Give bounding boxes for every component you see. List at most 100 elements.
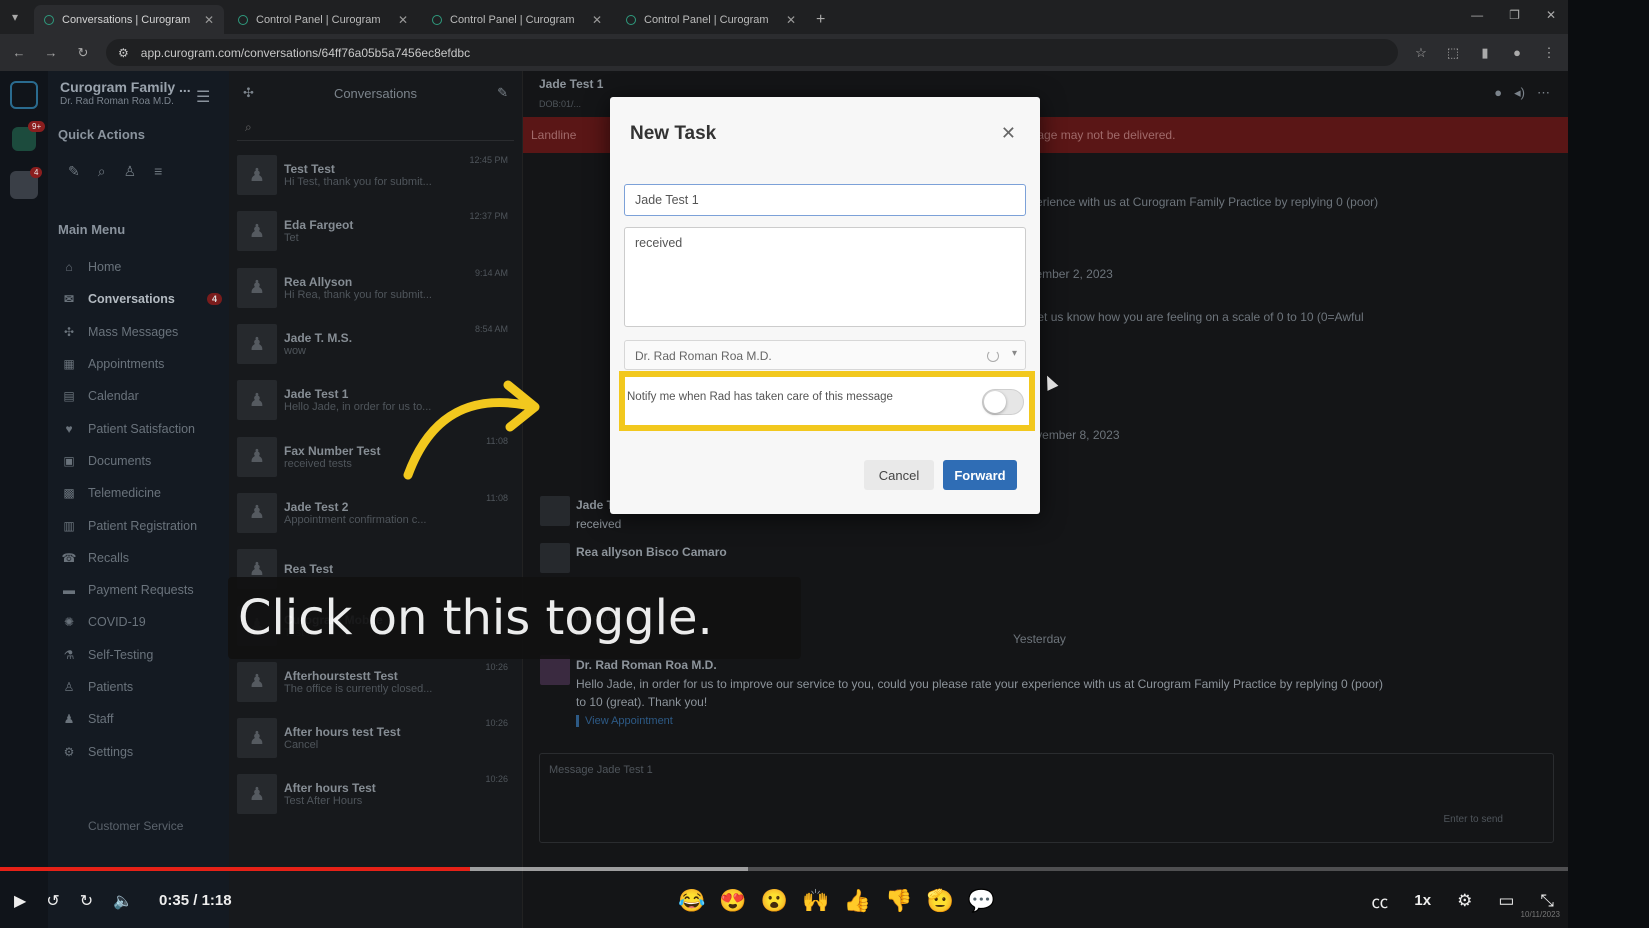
search-icon[interactable]: ⌕ [98, 163, 106, 180]
sidebar-item-calendar[interactable]: ▤ Calendar [60, 380, 222, 412]
close-window-icon[interactable]: ✕ [1546, 8, 1556, 22]
assignee-select[interactable]: Dr. Rad Roman Roa M.D. ▾ [624, 340, 1026, 370]
back-icon[interactable]: ← [10, 44, 28, 62]
reload-icon[interactable]: ↻ [74, 44, 92, 62]
reaction-emoji[interactable]: 👍 [844, 888, 871, 914]
minimize-icon[interactable]: — [1471, 8, 1483, 22]
reaction-emoji[interactable]: 👎 [885, 888, 912, 914]
list-item[interactable]: ♟ After hours test Test Cancel 10:26 [229, 710, 522, 766]
hamburger-menu-icon[interactable]: ☰ [196, 87, 210, 107]
forward-icon[interactable]: → [42, 44, 60, 62]
compose-icon[interactable]: ✎ [68, 163, 80, 180]
extensions-icon[interactable]: ⬚ [1444, 44, 1462, 62]
list-item[interactable]: ♟ Jade T. M.S. wow 8:54 AM [229, 316, 522, 372]
sidebar-item-settings[interactable]: ⚙ Settings [60, 735, 222, 767]
bookmark-star-icon[interactable]: ☆ [1412, 44, 1430, 62]
task-title-input[interactable]: Jade Test 1 [624, 184, 1026, 216]
browser-menu-icon[interactable]: ⋮ [1540, 44, 1558, 62]
forward-button[interactable]: Forward [943, 460, 1017, 490]
reaction-emoji[interactable]: 🙌 [802, 888, 829, 914]
playback-rate[interactable]: 1x [1414, 892, 1431, 909]
chat-icon: ✉ [63, 292, 75, 307]
rewind-5-icon[interactable]: ↺ [46, 891, 59, 911]
list-item[interactable]: ♟ Test Test Hi Test, thank you for submit.… [229, 147, 522, 203]
sidebar-item-telemedicine[interactable]: ▩ Telemedicine [60, 477, 222, 509]
reaction-emoji[interactable]: 😂 [678, 888, 705, 914]
add-patient-icon[interactable]: ♙ [124, 163, 137, 180]
sidebar-item-covid-19[interactable]: ✺ COVID-19 [60, 606, 222, 638]
sidebar-item-patient-satisfaction[interactable]: ♥ Patient Satisfaction [60, 412, 222, 444]
reaction-emoji[interactable]: 😮 [761, 888, 788, 914]
video-controls: ▶ ↺ ↻ 🔈 0:35 / 1:18 😂 😍 😮 🙌 👍 👎 🫡 💬 ㏄ 1x ⚙ ▭ ⤡ [0, 873, 1568, 928]
captions-icon[interactable]: ㏄ [1371, 888, 1388, 913]
sidebar-item-staff[interactable]: ♟ Staff [60, 703, 222, 735]
chat-contact-name[interactable]: Jade Test 1 [539, 77, 603, 91]
practice-name[interactable]: Curogram Family ... [60, 79, 191, 95]
settings-gear-icon[interactable]: ⚙ [1457, 891, 1472, 911]
restore-icon[interactable]: ❐ [1509, 8, 1520, 22]
message-composer[interactable]: Message Jade Test 1 Enter to send [539, 753, 1554, 843]
close-tab-icon[interactable]: ✕ [398, 13, 408, 27]
volume-icon[interactable]: 🔈 [113, 891, 133, 911]
site-info-icon[interactable]: ⚙ [118, 46, 129, 60]
sidebar-item-label: Self-Testing [88, 647, 154, 662]
filter-icon[interactable]: ✣ [243, 85, 254, 101]
conversation-time: 10:26 [485, 774, 508, 785]
new-tab-icon[interactable]: + [816, 5, 825, 34]
sidebar-item-label: Home [88, 260, 122, 275]
sidebar-item-patient-registration[interactable]: ▥ Patient Registration [60, 509, 222, 541]
view-appointment-link[interactable]: View Appointment [576, 715, 673, 727]
more-options-icon[interactable]: ⋯ [1537, 85, 1550, 101]
list-item[interactable]: ♟ Rea Allyson Hi Rea, thank you for submit… [229, 260, 522, 316]
list-item[interactable]: ♟ After hours Test Test After Hours 10:26 [229, 766, 522, 822]
staff-icon: ♟ [63, 712, 75, 727]
browser-tab-3[interactable]: Control Panel | Curogram ✕ [422, 5, 612, 34]
user-icon: ♙ [63, 680, 75, 694]
reaction-emoji[interactable]: 😍 [719, 888, 746, 914]
close-tab-icon[interactable]: ✕ [592, 13, 602, 27]
conversation-preview: Appointment confirmation c... [284, 513, 427, 526]
list-item[interactable]: ♟ Eda Fargeot Tet 12:37 PM [229, 203, 522, 259]
close-tab-icon[interactable]: ✕ [786, 13, 796, 27]
filters-icon[interactable]: ≡ [154, 163, 162, 180]
sidebar-item-conversations[interactable]: ✉ Conversations 4 [60, 283, 222, 315]
play-icon[interactable]: ▶ [14, 891, 26, 911]
sidepanel-icon[interactable]: ▮ [1476, 44, 1494, 62]
customer-service-link[interactable]: Customer Service [88, 819, 183, 833]
conversation-search-input[interactable]: ⌕ [237, 115, 514, 141]
sidebar-item-payment-requests[interactable]: ▬ Payment Requests [60, 574, 222, 606]
new-conversation-icon[interactable]: ✎ [497, 85, 508, 101]
browser-tab-4[interactable]: Control Panel | Curogram ✕ [616, 5, 806, 34]
exit-fullscreen-icon[interactable]: ⤡ [1540, 891, 1554, 911]
current-user-name: Dr. Rad Roman Roa M.D. [60, 96, 174, 107]
cancel-button[interactable]: Cancel [864, 460, 934, 490]
assign-icon[interactable]: ● [1494, 85, 1502, 101]
profile-avatar-icon[interactable]: ● [1508, 44, 1526, 62]
sidebar-item-recalls[interactable]: ☎ Recalls [60, 542, 222, 574]
reaction-bar: 😂 😍 😮 🙌 👍 👎 🫡 💬 [678, 873, 995, 928]
sidebar-item-patients[interactable]: ♙ Patients [60, 671, 222, 703]
audio-icon[interactable]: ◂) [1514, 85, 1525, 101]
sidebar-item-self-testing[interactable]: ⚗ Self-Testing [60, 639, 222, 671]
tab-search-icon[interactable]: ▾ [0, 0, 30, 34]
reaction-emoji[interactable]: 💬 [968, 888, 995, 914]
close-tab-icon[interactable]: ✕ [204, 13, 214, 27]
conversation-meta: Afterhourstestt Test The office is curren… [284, 669, 514, 695]
close-icon[interactable]: ✕ [1001, 123, 1016, 144]
sidebar-item-home[interactable]: ⌂ Home [60, 251, 222, 283]
sidebar-item-appointments[interactable]: ▦ Appointments [60, 348, 222, 380]
miniplayer-icon[interactable]: ▭ [1498, 891, 1514, 911]
sidebar-item-mass-messages[interactable]: ✣ Mass Messages [60, 316, 222, 348]
sidebar-item-documents[interactable]: ▣ Documents [60, 445, 222, 477]
notify-toggle[interactable] [982, 389, 1024, 415]
reaction-emoji[interactable]: 🫡 [926, 888, 953, 914]
list-item[interactable]: ♟ Jade Test 2 Appointment confirmation c..… [229, 485, 522, 541]
list-item[interactable]: ♟ Afterhourstestt Test The office is curre… [229, 654, 522, 710]
browser-tab-1[interactable]: Conversations | Curogram ✕ [34, 5, 224, 34]
browser-tab-2[interactable]: Control Panel | Curogram ✕ [228, 5, 418, 34]
curogram-logo-icon[interactable] [10, 81, 38, 109]
url-field[interactable]: ⚙ app.curogram.com/conversations/64ff76a… [106, 39, 1398, 66]
video-progress-bar[interactable] [0, 867, 1568, 871]
task-description-textarea[interactable]: received [624, 227, 1026, 327]
forward-5-icon[interactable]: ↻ [80, 891, 93, 911]
